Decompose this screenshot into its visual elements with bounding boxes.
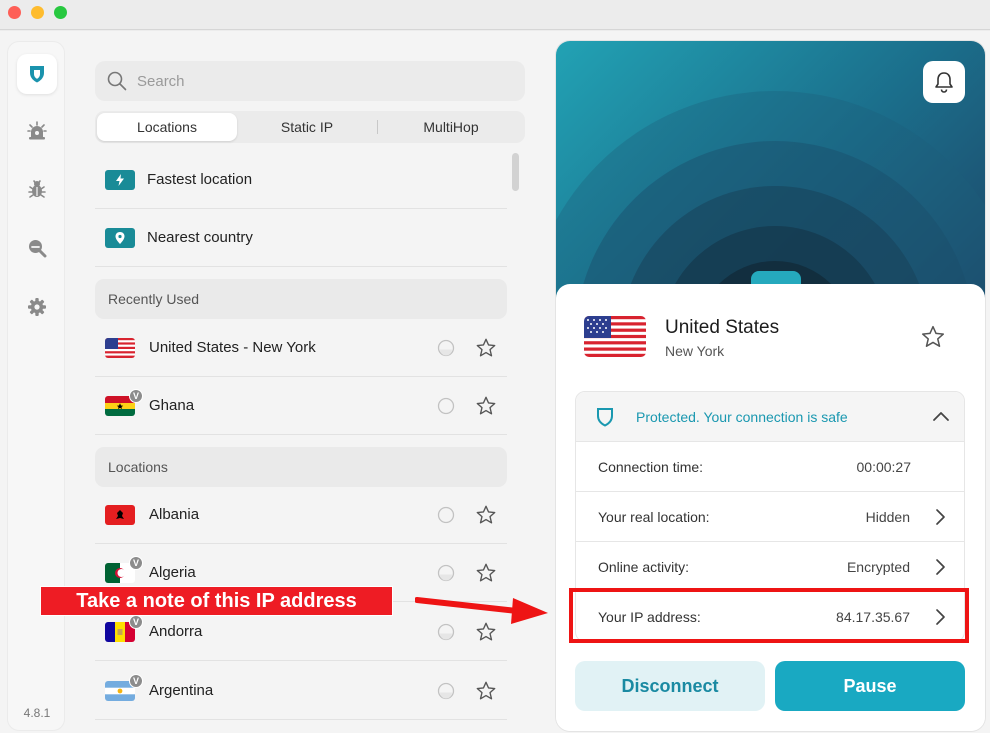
location-name: Albania [149,506,200,523]
tab-static-ip[interactable]: Static IP [237,113,377,141]
server-load-icon [437,397,455,415]
scan-icon [29,240,47,258]
pause-button[interactable]: Pause [775,661,965,711]
status-message: Protected. Your connection is safe [636,408,848,425]
info-label: Connection time: [598,458,704,475]
bolt-icon [105,169,135,190]
favorite-star-icon[interactable] [475,337,497,359]
connected-city: New York [665,343,725,359]
chevron-right-icon [936,509,945,525]
close-window-button[interactable] [8,6,21,19]
chevron-right-icon [936,559,945,575]
connection-time-row: Connection time: 00:00:27 [576,442,964,492]
connection-details-sheet: United States New York Protected. Your c… [556,284,985,731]
location-row-albania[interactable]: Albania [95,486,507,544]
flag-ad-icon: V [105,614,143,643]
locations-header: Locations [95,447,507,487]
rail-malware-button[interactable] [17,169,57,209]
real-location-value: Hidden [865,508,910,525]
search-icon [107,71,127,91]
connection-hero [556,41,985,311]
real-location-row[interactable]: Your real location: Hidden [576,492,964,542]
notifications-button[interactable] [923,61,965,103]
threat-protection-icon [27,121,47,140]
search-input[interactable] [137,72,497,90]
favorite-star-icon[interactable] [475,504,497,526]
info-label: Online activity: [598,558,690,575]
virtual-server-badge: V [129,555,143,570]
location-name: Andorra [149,623,203,640]
online-activity-value: Encrypted [846,558,910,575]
side-rail: 4.8.1 [7,41,65,731]
fastest-location-row[interactable]: Fastest location [95,151,507,209]
pin-icon [105,227,135,248]
chevron-up-icon[interactable] [932,408,950,426]
server-load-icon [437,682,455,700]
bug-icon [28,180,46,198]
tab-locations[interactable]: Locations [97,113,237,141]
minimize-window-button[interactable] [31,6,44,19]
window-titlebar [0,0,990,30]
settings-icon [28,298,46,316]
flag-ar-icon: V [105,673,143,702]
virtual-server-badge: V [129,388,143,403]
maximize-window-button[interactable] [54,6,67,19]
shield-icon [597,407,613,427]
hero-rings-graphic [556,91,985,311]
connected-country: United States [665,317,780,338]
location-row-argentina[interactable]: V Argentina [95,662,507,720]
favorite-star-icon[interactable] [475,680,497,702]
favorite-star-icon[interactable] [920,324,946,350]
online-activity-row[interactable]: Online activity: Encrypted [576,542,964,592]
status-header[interactable]: Protected. Your connection is safe [576,392,964,442]
bell-icon [935,72,953,93]
flag-us-icon [584,316,646,357]
server-load-icon [437,564,455,582]
favorite-star-icon[interactable] [475,562,497,584]
location-name: Ghana [149,397,195,414]
rail-threat-protection-button[interactable] [17,111,57,151]
rail-settings-button[interactable] [17,287,57,327]
rail-vpn-button[interactable] [17,54,57,94]
flag-dz-icon: V [105,555,143,584]
rail-scan-button[interactable] [17,228,57,268]
fastest-location-label: Fastest location [147,171,253,188]
info-label: Your real location: [598,508,710,525]
virtual-server-badge: V [129,614,143,629]
location-row-united-states[interactable]: United States - New York [95,319,507,377]
server-load-icon [437,339,455,357]
vpn-shield-icon [30,66,44,83]
nearest-country-row[interactable]: Nearest country [95,209,507,267]
annotation-arrow [415,597,548,624]
favorite-star-icon[interactable] [475,395,497,417]
app-version: 4.8.1 [23,706,51,720]
location-name: Algeria [149,564,196,581]
annotation-highlight-box [569,588,969,643]
search-bar[interactable] [95,61,525,101]
connection-time-value: 00:00:27 [856,458,912,475]
disconnect-button[interactable]: Disconnect [575,661,765,711]
flag-al-icon [105,504,137,526]
annotation-label: Take a note of this IP address [40,586,393,616]
nearest-country-label: Nearest country [147,229,253,246]
location-tabs: Locations Static IP MultiHop [95,111,525,143]
location-row-ghana[interactable]: V Ghana [95,377,507,435]
flag-gh-icon: V [105,388,143,417]
virtual-server-badge: V [129,673,143,688]
tab-multihop[interactable]: MultiHop [378,113,524,141]
server-load-icon [437,506,455,524]
location-name: Argentina [149,682,214,699]
recently-used-header: Recently Used [95,279,507,319]
location-name: United States - New York [149,339,316,356]
list-scrollbar[interactable] [512,153,519,191]
flag-us-icon [105,337,137,359]
